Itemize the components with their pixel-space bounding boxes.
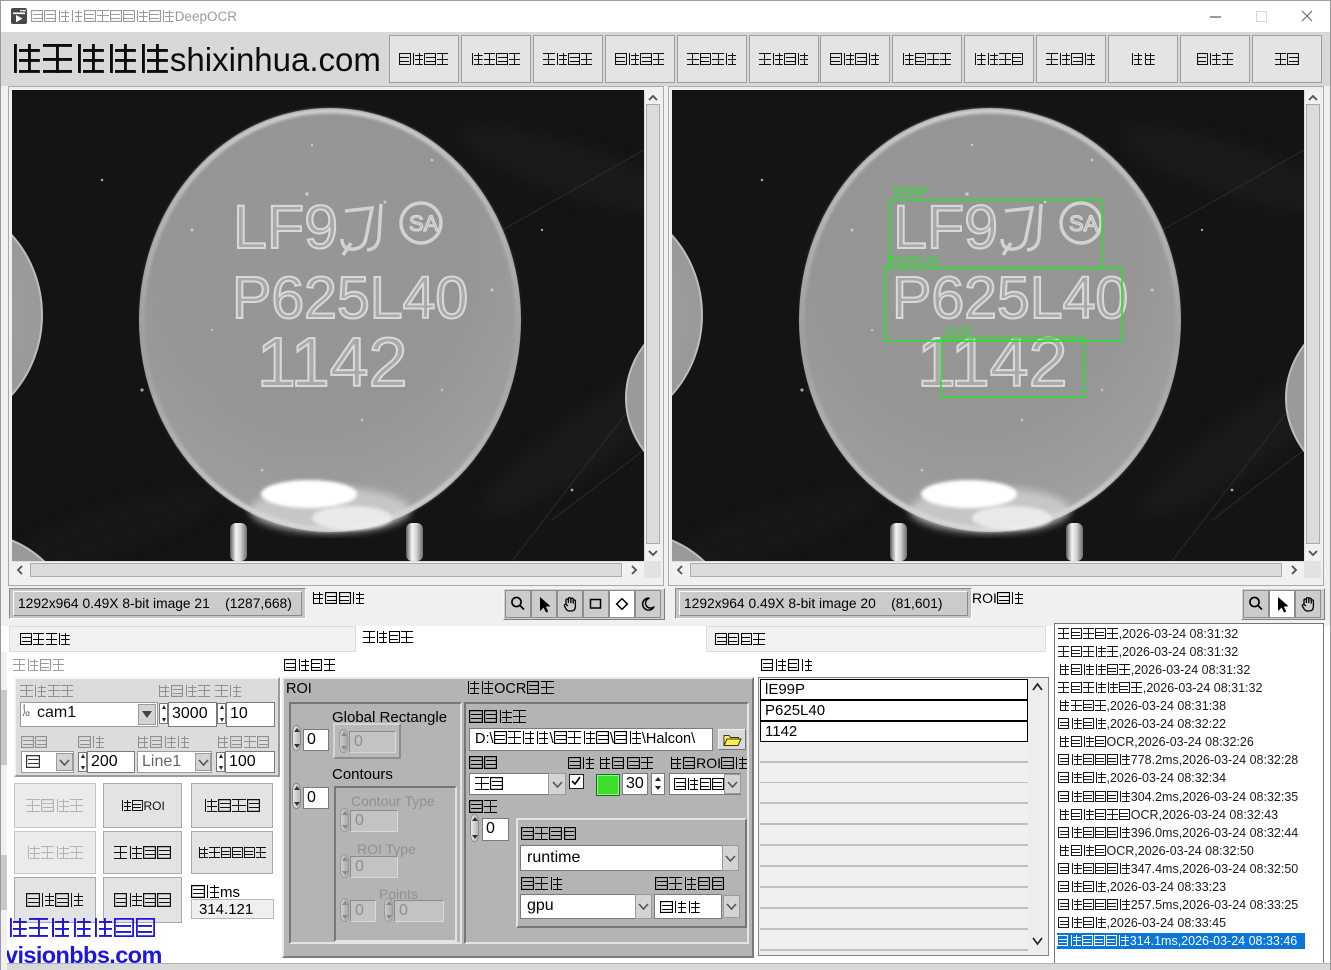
svg-text:lE99P: lE99P: [894, 184, 929, 199]
svg-text:P625L40: P625L40: [887, 253, 939, 268]
svg-text:1142: 1142: [944, 323, 972, 338]
